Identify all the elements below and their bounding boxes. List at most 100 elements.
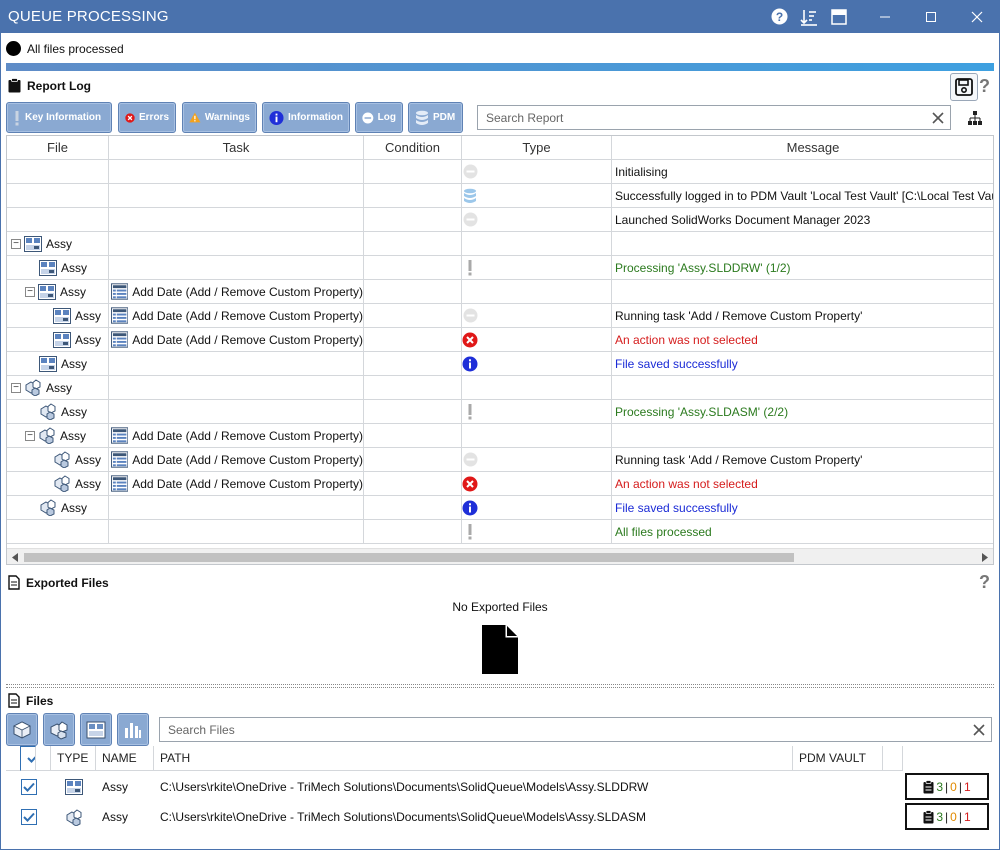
report-row[interactable]: Assy Processing 'Assy.SLDASM' (2/2) bbox=[7, 400, 993, 424]
col-message[interactable]: Message bbox=[612, 136, 993, 160]
save-report-button[interactable] bbox=[950, 73, 978, 101]
file-name: Assy bbox=[46, 236, 73, 251]
count-success: 3 bbox=[936, 809, 944, 824]
hierarchy-icon[interactable] bbox=[967, 110, 983, 129]
collapse-toggle-icon[interactable]: − bbox=[25, 286, 35, 297]
search-report-input[interactable] bbox=[478, 106, 926, 129]
report-row[interactable]: Assy Add Date (Add / Remove Custom Proper… bbox=[7, 304, 993, 328]
status-row: All files processed bbox=[6, 41, 124, 56]
filter-label: Log bbox=[377, 112, 396, 123]
report-row[interactable]: Assy Processing 'Assy.SLDDRW' (1/2) bbox=[7, 256, 993, 280]
assembly-filter-button[interactable] bbox=[43, 713, 75, 746]
report-row[interactable]: − Assy bbox=[7, 232, 993, 256]
assembly-file-icon bbox=[54, 475, 70, 492]
filter-warnings-button[interactable]: Warnings bbox=[182, 102, 257, 133]
task-cell: Add Date (Add / Remove Custom Property) bbox=[109, 328, 364, 352]
task-cell bbox=[109, 400, 364, 424]
condition-cell bbox=[364, 400, 462, 424]
report-row[interactable]: Successfully logged in to PDM Vault 'Loc… bbox=[7, 184, 993, 208]
filter-information-button[interactable]: Information bbox=[262, 102, 350, 133]
col-pdm-vault[interactable]: PDM VAULT bbox=[793, 746, 883, 771]
clear-files-search-icon[interactable] bbox=[967, 723, 991, 736]
count-warning: 0 bbox=[950, 779, 957, 794]
report-row[interactable]: Launched SolidWorks Document Manager 202… bbox=[7, 208, 993, 232]
part-filter-icon bbox=[13, 720, 31, 739]
count-warning: 0 bbox=[950, 809, 957, 824]
panel-splitter[interactable] bbox=[6, 684, 994, 688]
maximize-button[interactable] bbox=[908, 0, 954, 33]
file-name: Assy bbox=[61, 260, 88, 275]
clear-report-search-icon[interactable] bbox=[926, 111, 950, 124]
report-row[interactable]: Assy Add Date (Add / Remove Custom Proper… bbox=[7, 448, 993, 472]
collapse-toggle-icon[interactable]: − bbox=[25, 430, 35, 441]
empty-file-icon bbox=[482, 625, 518, 677]
col-task[interactable]: Task bbox=[109, 136, 364, 160]
col-file[interactable]: File bbox=[7, 136, 109, 160]
collapse-toggle-icon[interactable]: − bbox=[11, 238, 21, 249]
select-all-checkbox[interactable] bbox=[20, 745, 36, 771]
type-cell bbox=[462, 280, 612, 304]
drawing-file-icon bbox=[38, 283, 56, 300]
assembly-file-icon bbox=[66, 808, 81, 826]
report-row[interactable]: − Assy Add Date (Add / Remove Custom Prope… bbox=[7, 424, 993, 448]
task-cell bbox=[109, 520, 364, 544]
report-row[interactable]: − Assy Add Date (Add / Remove Custom Prope… bbox=[7, 280, 993, 304]
help-icon[interactable]: ? bbox=[764, 0, 794, 33]
col-condition[interactable]: Condition bbox=[364, 136, 462, 160]
database-icon bbox=[416, 110, 428, 125]
sort-icon[interactable] bbox=[794, 0, 824, 33]
file-cell bbox=[7, 520, 109, 544]
result-counts-button[interactable]: 3 | 0 | 1 bbox=[905, 773, 989, 800]
task-name: Add Date (Add / Remove Custom Property) bbox=[132, 284, 363, 299]
close-button[interactable] bbox=[954, 0, 1000, 33]
col-type[interactable]: Type bbox=[462, 136, 612, 160]
condition-cell bbox=[364, 184, 462, 208]
row-checkbox[interactable] bbox=[20, 779, 37, 795]
col-type[interactable]: TYPE bbox=[51, 746, 96, 771]
report-row[interactable]: − Assy bbox=[7, 376, 993, 400]
file-name: Assy bbox=[75, 476, 102, 491]
type-cell bbox=[462, 256, 612, 280]
chart-filter-button[interactable] bbox=[117, 713, 149, 746]
file-row[interactable]: Assy C:\Users\rkite\OneDrive - TriMech So… bbox=[6, 772, 933, 802]
collapse-toggle-icon[interactable]: − bbox=[11, 382, 21, 393]
report-row[interactable]: Assy File saved successfully bbox=[7, 352, 993, 376]
document-icon bbox=[8, 693, 20, 708]
files-header: Files bbox=[8, 693, 53, 708]
chart-filter-icon bbox=[125, 722, 141, 738]
task-cell bbox=[109, 352, 364, 376]
exclamation-icon bbox=[468, 524, 472, 540]
col-path[interactable]: PATH bbox=[154, 746, 793, 771]
name-cell: Assy bbox=[102, 810, 129, 824]
minimize-button[interactable] bbox=[862, 0, 908, 33]
report-row[interactable]: Assy Add Date (Add / Remove Custom Proper… bbox=[7, 328, 993, 352]
row-checkbox[interactable] bbox=[20, 809, 37, 825]
condition-cell bbox=[364, 472, 462, 496]
layout-icon[interactable] bbox=[824, 0, 854, 33]
horizontal-scrollbar[interactable] bbox=[7, 548, 993, 564]
drawing-filter-button[interactable] bbox=[80, 713, 112, 746]
report-help-icon[interactable]: ? bbox=[979, 76, 990, 97]
filter-errors-button[interactable]: Errors bbox=[118, 102, 176, 133]
file-cell: Assy bbox=[7, 352, 109, 376]
count-success: 3 bbox=[936, 779, 944, 794]
report-row[interactable]: Initialising bbox=[7, 160, 993, 184]
condition-cell bbox=[364, 304, 462, 328]
file-row[interactable]: Assy C:\Users\rkite\OneDrive - TriMech So… bbox=[6, 802, 933, 832]
col-name[interactable]: NAME bbox=[96, 746, 154, 771]
filter-log-button[interactable]: Log bbox=[355, 102, 403, 133]
task-cell bbox=[109, 256, 364, 280]
report-row[interactable]: Assy Add Date (Add / Remove Custom Proper… bbox=[7, 472, 993, 496]
search-files-input[interactable] bbox=[160, 718, 967, 741]
part-filter-button[interactable] bbox=[6, 713, 38, 746]
report-row[interactable]: All files processed bbox=[7, 520, 993, 544]
info-icon bbox=[462, 500, 478, 515]
message-cell: All files processed bbox=[612, 520, 993, 544]
exported-help-icon[interactable]: ? bbox=[979, 572, 990, 593]
scrollbar-thumb[interactable] bbox=[24, 553, 794, 562]
report-row[interactable]: Assy File saved successfully bbox=[7, 496, 993, 520]
result-counts-button[interactable]: 3 | 0 | 1 bbox=[905, 803, 989, 830]
filter-key-information-button[interactable]: Key Information bbox=[6, 102, 112, 133]
filter-pdm-button[interactable]: PDM bbox=[408, 102, 463, 133]
report-grid-header: File Task Condition Type Message bbox=[7, 136, 993, 160]
